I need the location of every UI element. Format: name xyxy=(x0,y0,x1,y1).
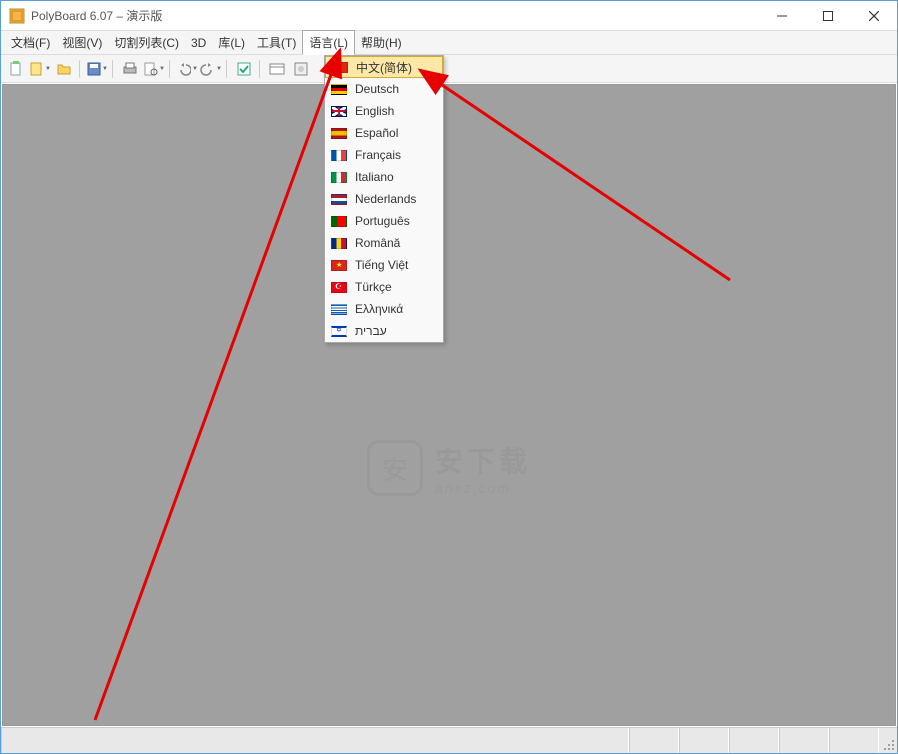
flag-icon-gr xyxy=(331,304,347,315)
flag-icon-vn xyxy=(331,260,347,271)
titlebar: PolyBoard 6.07 – 演示版 xyxy=(1,1,897,31)
language-label: 中文(简体) xyxy=(356,59,412,76)
open-folder-icon[interactable] xyxy=(53,58,75,80)
watermark-shield-icon: 安 xyxy=(367,440,423,496)
watermark-text: 安下载 xyxy=(435,440,531,480)
status-segment xyxy=(629,728,679,753)
menu-3D[interactable]: 3D xyxy=(185,33,212,53)
language-label: Ελληνικά xyxy=(355,302,403,316)
language-item-es[interactable]: Español xyxy=(325,122,443,144)
flag-icon-ro xyxy=(331,238,347,249)
flag-icon-it xyxy=(331,172,347,183)
resize-grip-icon[interactable] xyxy=(879,728,897,753)
language-label: עברית xyxy=(355,324,387,338)
language-label: Français xyxy=(355,148,401,162)
toolbar-separator xyxy=(79,60,82,78)
redo-icon[interactable] xyxy=(200,58,222,80)
minimize-button[interactable] xyxy=(759,1,805,31)
menu-文档[interactable]: 文档(F) xyxy=(5,31,56,54)
flag-icon-fr xyxy=(331,150,347,161)
language-item-en[interactable]: English xyxy=(325,100,443,122)
new-doc-icon[interactable] xyxy=(5,58,27,80)
menubar: 文档(F)视图(V)切割列表(C)3D库(L)工具(T)语言(L)帮助(H) xyxy=(1,31,897,55)
window-controls xyxy=(759,1,897,30)
watermark-url: anxz.com xyxy=(435,480,531,496)
print-icon[interactable] xyxy=(119,58,141,80)
close-button[interactable] xyxy=(851,1,897,31)
app-icon xyxy=(9,8,25,24)
language-item-de[interactable]: Deutsch xyxy=(325,78,443,100)
status-segment xyxy=(729,728,779,753)
toolbar-separator xyxy=(169,60,172,78)
flag-icon-es xyxy=(331,128,347,139)
flag-icon-de xyxy=(331,84,347,95)
language-item-ro[interactable]: Română xyxy=(325,232,443,254)
flag-icon-cn xyxy=(332,62,348,73)
language-label: Nederlands xyxy=(355,192,416,206)
language-label: Română xyxy=(355,236,400,250)
new-template-icon[interactable] xyxy=(29,58,51,80)
flag-icon-tr xyxy=(331,282,347,293)
flag-icon-pt xyxy=(331,216,347,227)
language-item-fr[interactable]: Français xyxy=(325,144,443,166)
toolbar-separator xyxy=(226,60,229,78)
maximize-button[interactable] xyxy=(805,1,851,31)
menu-库[interactable]: 库(L) xyxy=(212,31,251,54)
language-label: Español xyxy=(355,126,398,140)
language-label: Türkçe xyxy=(355,280,392,294)
language-label: Tiếng Việt xyxy=(355,258,408,272)
save-icon[interactable] xyxy=(86,58,108,80)
language-label: Italiano xyxy=(355,170,394,184)
language-label: Deutsch xyxy=(355,82,399,96)
watermark: 安 安下载 anxz.com xyxy=(367,440,531,496)
menu-帮助[interactable]: 帮助(H) xyxy=(355,31,408,54)
flag-icon-il xyxy=(331,326,347,337)
language-item-tr[interactable]: Türkçe xyxy=(325,276,443,298)
menu-切割列表[interactable]: 切割列表(C) xyxy=(108,31,185,54)
language-dropdown: 中文(简体) Deutsch English Español Français Itali… xyxy=(324,55,444,343)
language-item-vn[interactable]: Tiếng Việt xyxy=(325,254,443,276)
status-segment xyxy=(1,728,629,753)
settings-icon[interactable] xyxy=(290,58,312,80)
menu-语言[interactable]: 语言(L) xyxy=(302,30,355,55)
options-icon[interactable] xyxy=(266,58,288,80)
statusbar xyxy=(1,727,897,753)
language-item-cn[interactable]: 中文(简体) xyxy=(325,56,443,78)
menu-视图[interactable]: 视图(V) xyxy=(56,31,108,54)
flag-icon-en xyxy=(331,106,347,117)
app-window: PolyBoard 6.07 – 演示版 文档(F)视图(V)切割列表(C)3D… xyxy=(0,0,898,754)
toolbar-separator xyxy=(112,60,115,78)
language-item-pt[interactable]: Português xyxy=(325,210,443,232)
language-item-nl[interactable]: Nederlands xyxy=(325,188,443,210)
menu-工具[interactable]: 工具(T) xyxy=(251,31,302,54)
language-item-gr[interactable]: Ελληνικά xyxy=(325,298,443,320)
print-preview-icon[interactable] xyxy=(143,58,165,80)
language-item-it[interactable]: Italiano xyxy=(325,166,443,188)
status-segment xyxy=(679,728,729,753)
flag-icon-nl xyxy=(331,194,347,205)
undo-icon[interactable] xyxy=(176,58,198,80)
toolbar-separator xyxy=(259,60,262,78)
status-segment xyxy=(779,728,829,753)
workspace: 安 安下载 anxz.com xyxy=(2,84,896,726)
window-title: PolyBoard 6.07 – 演示版 xyxy=(31,7,759,24)
status-segment xyxy=(829,728,879,753)
toolbar xyxy=(1,55,897,83)
apply-check-icon[interactable] xyxy=(233,58,255,80)
language-item-il[interactable]: עברית xyxy=(325,320,443,342)
language-label: English xyxy=(355,104,394,118)
language-label: Português xyxy=(355,214,410,228)
